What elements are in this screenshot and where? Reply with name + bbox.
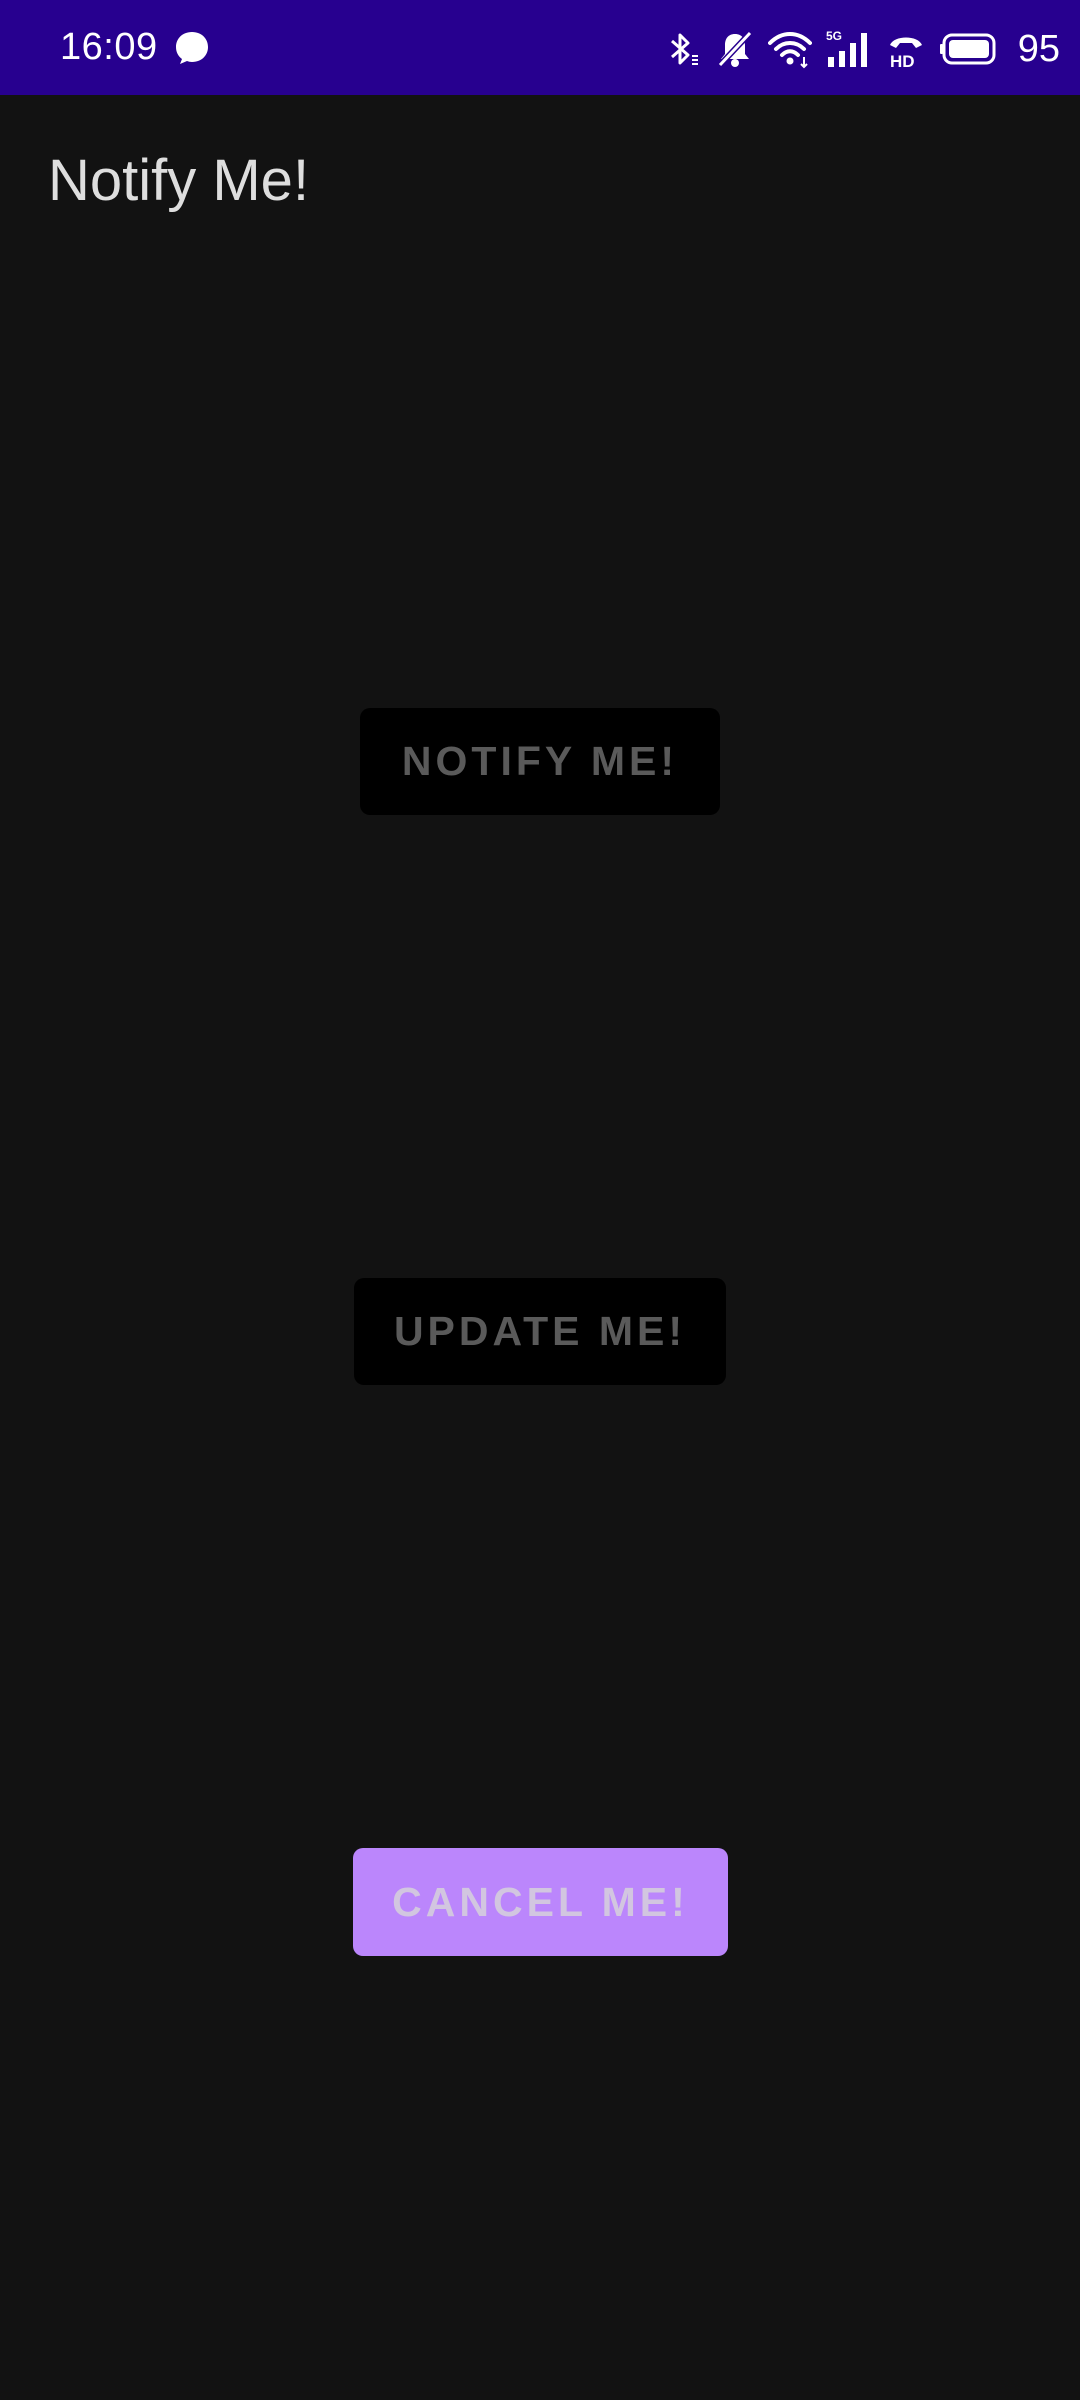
status-time: 16:09 bbox=[60, 26, 158, 68]
cancel-button[interactable]: CANCEL ME! bbox=[353, 1848, 728, 1956]
wifi-icon bbox=[767, 29, 812, 69]
page-title: Notify Me! bbox=[48, 148, 310, 213]
notify-button[interactable]: NOTIFY ME! bbox=[360, 708, 720, 815]
svg-text:5G: 5G bbox=[826, 29, 842, 43]
battery-level: 95 bbox=[1017, 28, 1060, 70]
update-button[interactable]: UPDATE ME! bbox=[354, 1278, 726, 1385]
bluetooth-icon bbox=[662, 29, 702, 69]
battery-icon bbox=[939, 33, 1000, 65]
hd-call-icon: HD bbox=[886, 29, 926, 69]
status-icons: 5G HD 95 bbox=[662, 24, 1060, 74]
status-bar: 16:09 5G HD 95 bbox=[0, 0, 1080, 95]
bell-off-icon bbox=[716, 29, 754, 69]
chat-bubble-icon bbox=[174, 30, 210, 66]
svg-text:HD: HD bbox=[890, 52, 915, 69]
5g-signal-icon: 5G bbox=[826, 29, 872, 69]
